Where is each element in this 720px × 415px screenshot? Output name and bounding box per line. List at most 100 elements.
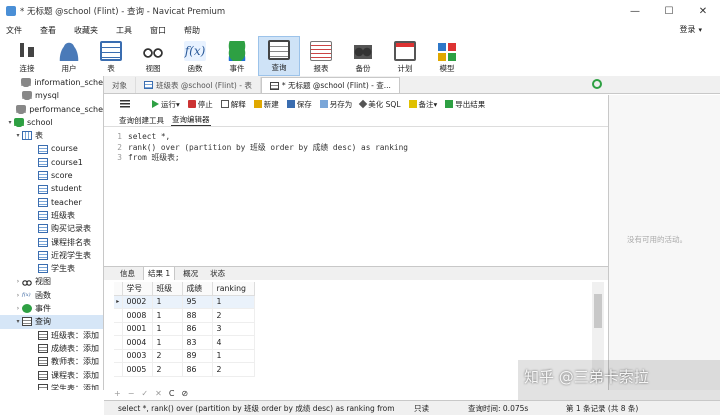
toolbar-connect-button[interactable]: 连接 <box>6 36 48 76</box>
tab-query-editor[interactable]: 查询编辑器 <box>171 114 211 126</box>
toolbar-user-button[interactable]: 用户 <box>48 36 90 76</box>
tree-item[interactable]: › 视图 <box>0 275 103 288</box>
table-cell[interactable]: 86 <box>182 362 213 377</box>
table-cell[interactable]: 1 <box>152 322 183 336</box>
beautify-sql-button[interactable]: 美化 SQL <box>359 99 401 110</box>
column-header[interactable]: 学号 <box>122 282 153 296</box>
expand-caret-icon[interactable]: › <box>14 275 22 288</box>
new-button[interactable]: 新建 <box>253 99 279 110</box>
tab-class-table[interactable]: 班级表 @school (Flint) - 表 <box>136 77 261 93</box>
toolbar-report-button[interactable]: 报表 <box>300 36 342 76</box>
toolbar-function-button[interactable]: f(x) 函数 <box>174 36 216 76</box>
tree-item[interactable]: 学生表 <box>0 262 103 275</box>
toolbar-event-button[interactable]: 事件 <box>216 36 258 76</box>
menu-file[interactable]: 文件 <box>0 25 28 36</box>
menu-tools[interactable]: 工具 <box>110 25 138 36</box>
column-header[interactable]: 成绩 <box>182 282 213 296</box>
tree-item[interactable]: 学生表：添加 <box>0 382 103 390</box>
table-row[interactable]: 0001 1 86 3 <box>114 322 255 336</box>
stop-button[interactable]: 停止 <box>187 99 213 110</box>
menu-view[interactable]: 查看 <box>34 25 62 36</box>
tree-item[interactable]: › 事件 <box>0 302 103 315</box>
expand-caret-icon[interactable]: ▾ <box>14 315 22 328</box>
tree-item[interactable]: 教师表：添加 <box>0 355 103 368</box>
table-cell[interactable]: 0002 <box>122 295 153 309</box>
toolbar-model-button[interactable]: 模型 <box>426 36 468 76</box>
toolbar-schedule-button[interactable]: 计划 <box>384 36 426 76</box>
table-cell[interactable]: 95 <box>182 295 213 309</box>
export-result-button[interactable]: 导出结果 <box>445 99 485 110</box>
tree-item[interactable]: 课程排名表 <box>0 236 103 249</box>
table-cell[interactable]: 1 <box>152 335 183 350</box>
tree-item[interactable]: ▾ school <box>0 116 103 129</box>
table-cell[interactable]: 88 <box>182 308 213 323</box>
tree-item[interactable]: student <box>0 182 103 195</box>
tree-item[interactable]: score <box>0 169 103 182</box>
refresh-icon[interactable]: C <box>169 389 175 398</box>
table-row[interactable]: 0003 2 89 1 <box>114 349 255 363</box>
toolbar-table-button[interactable]: 表 <box>90 36 132 76</box>
tab-query-builder[interactable]: 查询创建工具 <box>118 115 165 126</box>
tree-item[interactable]: 班级表 <box>0 209 103 222</box>
tab-status[interactable]: 状态 <box>206 267 229 280</box>
tab-untitled-query[interactable]: * 无标题 @school (Flint) - 查... <box>260 77 400 93</box>
scrollbar-thumb[interactable] <box>594 294 602 328</box>
explain-button[interactable]: 解释 <box>220 99 246 110</box>
tab-info[interactable]: 信息 <box>116 267 139 280</box>
table-cell[interactable]: 1 <box>152 295 183 309</box>
close-button[interactable]: ✕ <box>686 0 720 22</box>
apply-changes-icon[interactable]: ✓ <box>141 389 148 398</box>
tab-overview[interactable]: 概况 <box>179 267 202 280</box>
save-button[interactable]: 保存 <box>286 99 312 110</box>
tree-item[interactable]: 成绩表：添加 <box>0 342 103 355</box>
menu-help[interactable]: 帮助 <box>178 25 206 36</box>
tab-objects[interactable]: 对象 <box>104 77 136 93</box>
table-row[interactable]: 0005 2 86 2 <box>114 362 255 377</box>
tree-item[interactable]: course <box>0 142 103 155</box>
stop-icon[interactable]: ⊘ <box>181 389 188 398</box>
refresh-icon[interactable] <box>592 79 602 89</box>
table-cell[interactable]: 0005 <box>122 362 153 377</box>
tree-item[interactable]: ▾ 表 <box>0 129 103 142</box>
table-cell[interactable]: 1 <box>212 295 255 309</box>
discard-changes-icon[interactable]: ✕ <box>155 389 162 398</box>
table-cell[interactable]: 2 <box>152 349 183 363</box>
menu-favorites[interactable]: 收藏夹 <box>68 25 104 36</box>
menu-icon[interactable] <box>120 100 130 108</box>
table-cell[interactable]: 86 <box>182 322 213 336</box>
tree-item[interactable]: mysql <box>0 89 103 102</box>
table-cell[interactable]: 83 <box>182 335 213 350</box>
table-cell[interactable]: 2 <box>152 362 183 377</box>
tree-item[interactable]: 购买记录表 <box>0 222 103 235</box>
login-button[interactable]: 登录 ▾ <box>679 24 702 35</box>
navigation-tree[interactable]: information_sche mysql performance_sche ▾ sc… <box>0 76 104 390</box>
tree-item[interactable]: ▾ 查询 <box>0 315 103 329</box>
tree-item[interactable]: 近视学生表 <box>0 249 103 262</box>
expand-caret-icon[interactable]: › <box>14 302 22 315</box>
run-button[interactable]: 运行 ▾ <box>152 99 180 110</box>
table-cell[interactable]: 1 <box>212 349 255 363</box>
maximize-button[interactable]: ☐ <box>652 0 686 22</box>
expand-caret-icon[interactable]: ▾ <box>6 116 14 129</box>
expand-caret-icon[interactable]: ▾ <box>14 129 22 142</box>
expand-caret-icon[interactable]: › <box>14 289 22 302</box>
table-cell[interactable]: 89 <box>182 349 213 363</box>
tree-item[interactable]: › f(x) 函数 <box>0 289 103 302</box>
table-cell[interactable]: 3 <box>212 322 255 336</box>
toolbar-backup-button[interactable]: 备份 <box>342 36 384 76</box>
tree-item[interactable]: information_sche <box>0 76 103 89</box>
table-cell[interactable]: 0008 <box>122 308 153 323</box>
table-row[interactable]: 0008 1 88 2 <box>114 308 255 323</box>
menu-window[interactable]: 窗口 <box>144 25 172 36</box>
table-cell[interactable]: 0001 <box>122 322 153 336</box>
column-header[interactable]: ranking <box>212 282 255 296</box>
toolbar-view-button[interactable]: 视图 <box>132 36 174 76</box>
tab-result-1[interactable]: 结果 1 <box>143 266 176 280</box>
save-as-button[interactable]: 另存为 <box>319 99 352 110</box>
note-button[interactable]: 备注 ▾ <box>408 99 437 110</box>
table-cell[interactable]: 2 <box>212 362 255 377</box>
tree-item[interactable]: performance_sche <box>0 103 103 116</box>
sql-editor[interactable]: 1 select *, 2 rank() over (partition by 班级… <box>104 126 608 266</box>
add-record-icon[interactable]: + <box>114 389 121 398</box>
table-row[interactable]: ▸ 0002 1 95 1 <box>114 295 255 309</box>
